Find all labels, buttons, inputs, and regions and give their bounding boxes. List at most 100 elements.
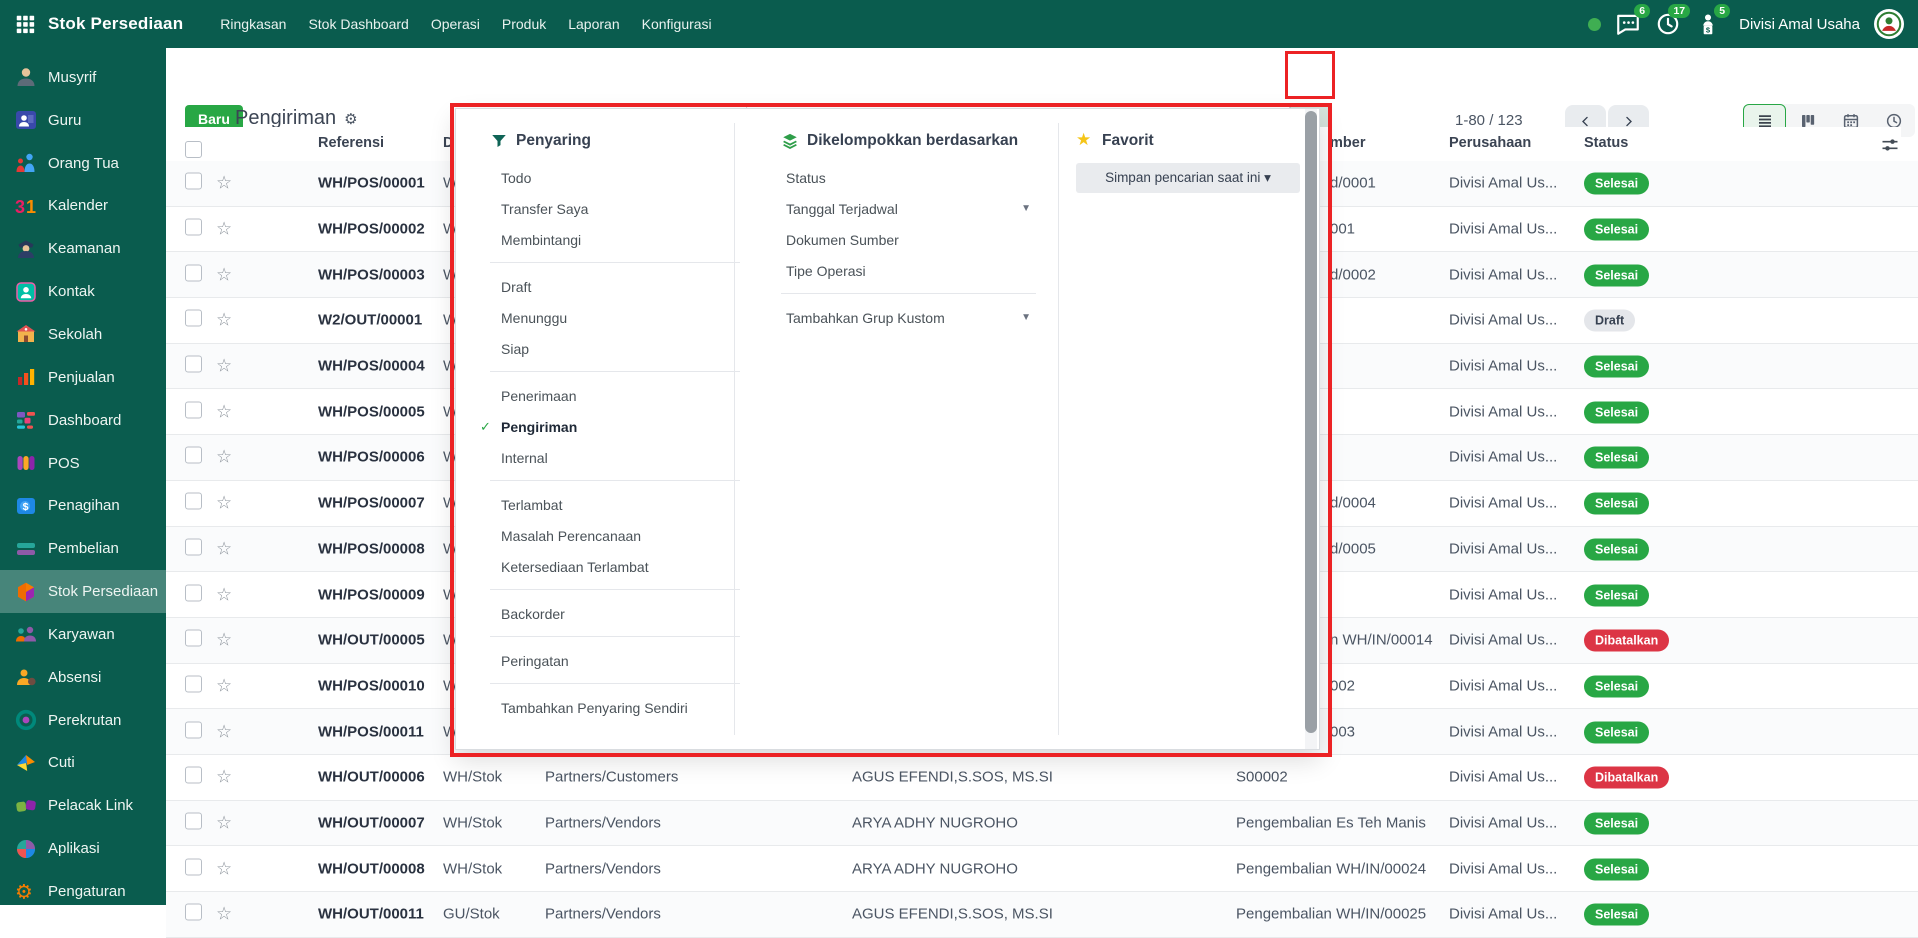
filter-item-tambahkan-penyaring-sendiri[interactable]: Tambahkan Penyaring Sendiri — [490, 692, 740, 723]
row-star-icon[interactable]: ☆ — [216, 767, 232, 788]
panel-scrollbar-track[interactable] — [1305, 109, 1317, 749]
row-star-icon[interactable]: ☆ — [216, 858, 232, 879]
nav-menu-ringkasan[interactable]: Ringkasan — [209, 10, 297, 38]
nav-menu-laporan[interactable]: Laporan — [557, 10, 630, 38]
filter-item-masalah-perencanaan[interactable]: Masalah Perencanaan — [490, 520, 740, 551]
row-checkbox[interactable] — [185, 858, 202, 879]
nav-menu-operasi[interactable]: Operasi — [420, 10, 491, 38]
row-checkbox[interactable] — [185, 675, 202, 696]
optional-columns-icon[interactable] — [1880, 135, 1900, 155]
table-row[interactable]: ☆WH/OUT/00008WH/StokPartners/VendorsARYA… — [166, 846, 1918, 892]
row-star-icon[interactable]: ☆ — [216, 538, 232, 559]
sidebar-item-pengaturan[interactable]: ⚙Pengaturan — [0, 870, 166, 913]
row-checkbox[interactable] — [185, 401, 202, 422]
row-star-icon[interactable]: ☆ — [216, 173, 232, 194]
panel-scrollbar-thumb[interactable] — [1305, 111, 1317, 733]
row-star-icon[interactable]: ☆ — [216, 675, 232, 696]
filter-item-terlambat[interactable]: Terlambat — [490, 489, 740, 520]
user-name[interactable]: Divisi Amal Usaha — [1739, 16, 1860, 33]
activities-button[interactable]: 17 — [1655, 11, 1681, 37]
row-star-icon[interactable]: ☆ — [216, 721, 232, 742]
col-dari-fragment[interactable]: D — [443, 135, 453, 151]
app-grid-icon[interactable] — [14, 13, 36, 35]
nav-menu-produk[interactable]: Produk — [491, 10, 557, 38]
row-checkbox[interactable] — [185, 493, 202, 514]
col-status[interactable]: Status — [1584, 135, 1628, 151]
row-checkbox[interactable] — [185, 173, 202, 194]
sidebar-item-pelacak-link[interactable]: Pelacak Link — [0, 784, 166, 827]
sidebar-item-guru[interactable]: Guru — [0, 99, 166, 142]
sidebar-item-cuti[interactable]: Cuti — [0, 742, 166, 785]
row-checkbox[interactable] — [185, 584, 202, 605]
nav-menu-konfigurasi[interactable]: Konfigurasi — [631, 10, 723, 38]
save-search-button[interactable]: Simpan pencarian saat ini ▾ — [1076, 163, 1300, 193]
gear-icon[interactable]: ⚙ — [344, 110, 357, 128]
sidebar-item-musyrif[interactable]: Musyrif — [0, 56, 166, 99]
sidebar-item-perekrutan[interactable]: Perekrutan — [0, 699, 166, 742]
sidebar-item-penagihan[interactable]: $Penagihan — [0, 484, 166, 527]
sidebar-item-pos[interactable]: POS — [0, 442, 166, 485]
table-row[interactable]: ☆WH/OUT/00011GU/StokPartners/VendorsAGUS… — [166, 892, 1918, 938]
sidebar-item-orang-tua[interactable]: Orang Tua — [0, 142, 166, 185]
sidebar-item-aplikasi[interactable]: Aplikasi — [0, 827, 166, 870]
row-star-icon[interactable]: ☆ — [216, 447, 232, 468]
col-perusahaan[interactable]: Perusahaan — [1449, 135, 1531, 151]
row-star-icon[interactable]: ☆ — [216, 584, 232, 605]
sidebar-item-sekolah[interactable]: Sekolah — [0, 313, 166, 356]
groupby-item-status[interactable]: Status — [781, 162, 1031, 193]
col-dokumen-fragment[interactable]: mber — [1330, 135, 1365, 151]
sidebar-item-stok-persediaan[interactable]: Stok Persediaan — [0, 570, 166, 613]
filter-item-draft[interactable]: Draft — [490, 271, 740, 302]
sidebar-item-penjualan[interactable]: Penjualan — [0, 356, 166, 399]
filter-item-pengiriman[interactable]: ✓Pengiriman — [490, 411, 740, 442]
filter-item-penerimaan[interactable]: Penerimaan — [490, 380, 740, 411]
col-referensi[interactable]: Referensi — [318, 135, 384, 151]
row-checkbox[interactable] — [185, 767, 202, 788]
sidebar-item-kalender[interactable]: 31Kalender — [0, 185, 166, 228]
sidebar-item-keamanan[interactable]: Keamanan — [0, 227, 166, 270]
filter-item-ketersediaan-terlambat[interactable]: Ketersediaan Terlambat — [490, 551, 740, 582]
add-custom-group[interactable]: Tambahkan Grup Kustom▼ — [781, 302, 1031, 333]
table-row[interactable]: ☆WH/OUT/00006WH/StokPartners/CustomersAG… — [166, 755, 1918, 801]
filter-item-internal[interactable]: Internal — [490, 442, 740, 473]
messages-button[interactable]: 6 — [1615, 11, 1641, 37]
row-star-icon[interactable]: ☆ — [216, 219, 232, 240]
row-star-icon[interactable]: ☆ — [216, 310, 232, 331]
row-star-icon[interactable]: ☆ — [216, 904, 232, 925]
table-row[interactable]: ☆WH/OUT/00007WH/StokPartners/VendorsARYA… — [166, 801, 1918, 847]
row-checkbox[interactable] — [185, 219, 202, 240]
sidebar-item-karyawan[interactable]: Karyawan — [0, 613, 166, 656]
filter-item-membintangi[interactable]: Membintangi — [490, 224, 740, 255]
groupby-item-tanggal-terjadwal[interactable]: Tanggal Terjadwal▼ — [781, 193, 1031, 224]
row-star-icon[interactable]: ☆ — [216, 812, 232, 833]
groupby-item-dokumen-sumber[interactable]: Dokumen Sumber — [781, 224, 1031, 255]
row-checkbox[interactable] — [185, 264, 202, 285]
row-checkbox[interactable] — [185, 721, 202, 742]
row-checkbox[interactable] — [185, 630, 202, 651]
row-star-icon[interactable]: ☆ — [216, 630, 232, 651]
row-star-icon[interactable]: ☆ — [216, 401, 232, 422]
row-checkbox[interactable] — [185, 356, 202, 377]
row-checkbox[interactable] — [185, 310, 202, 331]
filter-item-menunggu[interactable]: Menunggu — [490, 302, 740, 333]
sidebar-item-pembelian[interactable]: Pembelian — [0, 527, 166, 570]
filter-item-siap[interactable]: Siap — [490, 333, 740, 364]
avatar[interactable] — [1874, 9, 1904, 39]
sales-notification-button[interactable]: $ 5 — [1695, 11, 1721, 37]
row-checkbox[interactable] — [185, 812, 202, 833]
filter-item-backorder[interactable]: Backorder — [490, 598, 740, 629]
nav-menu-stok-dashboard[interactable]: Stok Dashboard — [297, 10, 419, 38]
app-brand[interactable]: Stok Persediaan — [48, 14, 183, 34]
filter-item-todo[interactable]: Todo — [490, 162, 740, 193]
sidebar-item-dashboard[interactable]: Dashboard — [0, 399, 166, 442]
row-star-icon[interactable]: ☆ — [216, 264, 232, 285]
sidebar-item-kontak[interactable]: Kontak — [0, 270, 166, 313]
filter-item-peringatan[interactable]: Peringatan — [490, 645, 740, 676]
sidebar-item-absensi[interactable]: Absensi — [0, 656, 166, 699]
filter-item-transfer-saya[interactable]: Transfer Saya — [490, 193, 740, 224]
row-checkbox[interactable] — [185, 538, 202, 559]
row-star-icon[interactable]: ☆ — [216, 493, 232, 514]
row-checkbox[interactable] — [185, 904, 202, 925]
row-checkbox[interactable] — [185, 447, 202, 468]
groupby-item-tipe-operasi[interactable]: Tipe Operasi — [781, 255, 1031, 286]
